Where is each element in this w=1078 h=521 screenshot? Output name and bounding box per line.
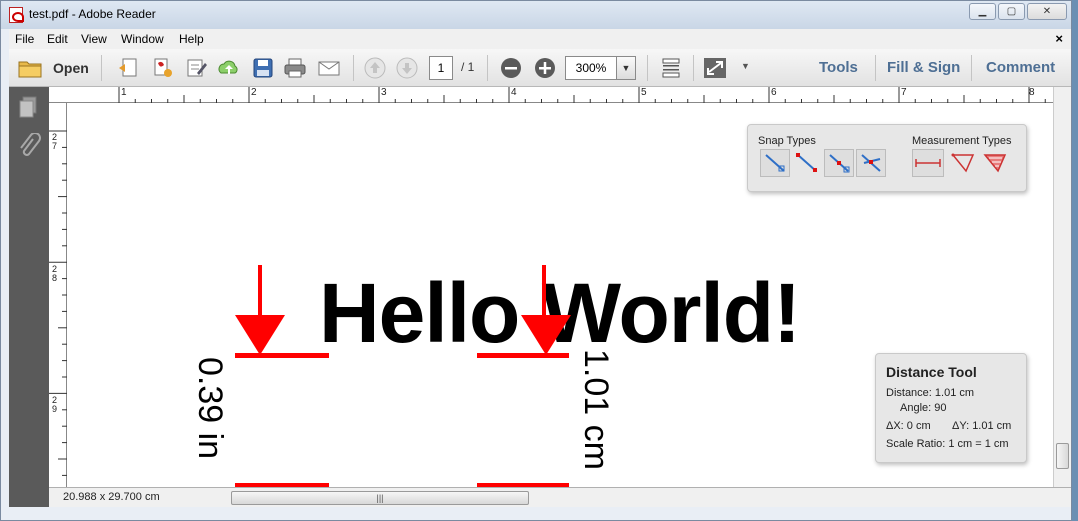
minimize-button[interactable]: ▁ — [969, 3, 996, 20]
ruler-label: 4 — [511, 87, 517, 98]
snap-to-midpoints-icon[interactable] — [824, 149, 854, 177]
title-bar: test.pdf - Adobe Reader ▁ ▢ ✕ — [1, 1, 1071, 29]
zoom-input[interactable]: 300% — [565, 56, 617, 80]
snap-to-endpoints-icon[interactable] — [792, 149, 822, 177]
app-window: test.pdf - Adobe Reader ▁ ▢ ✕ File Edit … — [0, 0, 1072, 521]
document-view[interactable]: 1 2 3 4 5 6 7 8 2 7 2 8 2 9 Hello World! — [49, 87, 1053, 487]
toolbar-separator — [647, 55, 648, 81]
menu-window[interactable]: Window — [121, 32, 164, 46]
close-window-button[interactable]: ✕ — [1027, 3, 1067, 20]
snap-types-title: Snap Types — [758, 135, 816, 147]
vertical-ruler-ticks — [49, 130, 67, 476]
document-text: Hello World! — [319, 266, 801, 360]
delta-y-value: ΔY: 1.01 cm — [952, 420, 1012, 432]
menu-bar: File Edit View Window Help × — [9, 29, 1071, 49]
maximize-button[interactable]: ▢ — [998, 3, 1025, 20]
zoom-dropdown-button[interactable]: ▼ — [616, 56, 636, 80]
ruler-label: 2 8 — [52, 264, 58, 283]
window-title: test.pdf - Adobe Reader — [29, 7, 156, 21]
save-icon[interactable] — [251, 57, 275, 79]
ruler-label: 1 — [121, 87, 127, 98]
open-folder-icon[interactable] — [17, 57, 45, 79]
toolbar-separator — [353, 55, 354, 81]
create-pdf-icon[interactable] — [117, 57, 141, 79]
zoom-out-icon[interactable] — [499, 57, 523, 79]
ruler-label: 2 7 — [52, 132, 58, 151]
measurement-types-title: Measurement Types — [912, 135, 1012, 147]
ruler-label: 5 — [641, 87, 647, 98]
snap-measurement-panel: Snap Types Measurement Types — [747, 124, 1027, 192]
page-thumbnails-icon[interactable] — [17, 95, 41, 119]
menu-file[interactable]: File — [15, 32, 34, 46]
area-tool-icon[interactable] — [980, 149, 1010, 177]
toolbar-separator — [487, 55, 488, 81]
measurement-label-left: 0.39 in — [191, 357, 229, 460]
horizontal-scroll-thumb[interactable]: ||| — [231, 491, 529, 505]
combine-files-icon[interactable] — [151, 57, 175, 79]
email-icon[interactable] — [317, 57, 341, 79]
page-size-label: 20.988 x 29.700 cm — [63, 491, 160, 503]
edit-pdf-icon[interactable] — [185, 57, 209, 79]
ruler-label: 7 — [901, 87, 907, 98]
toolbar-separator — [971, 55, 972, 81]
attachments-paperclip-icon[interactable] — [17, 133, 41, 161]
distance-tool-icon[interactable] — [912, 149, 944, 177]
previous-page-icon[interactable] — [363, 57, 387, 79]
distance-value: Distance: 1.01 cm — [886, 387, 975, 399]
page-number-input[interactable]: 1 — [429, 56, 453, 80]
ruler-label: 2 — [251, 87, 257, 98]
page-total: / 1 — [461, 60, 475, 74]
perimeter-tool-icon[interactable] — [948, 149, 978, 177]
scale-ratio-value: Scale Ratio: 1 cm = 1 cm — [886, 438, 1009, 450]
upload-cloud-icon[interactable] — [217, 57, 241, 79]
toolbar: Open 1 / 1 300% ▼ ▼ Tools Fill & Sign Co… — [9, 49, 1071, 87]
toolbar-separator — [693, 55, 694, 81]
horizontal-ruler: 1 2 3 4 5 6 7 8 — [49, 87, 1053, 103]
distance-tool-title: Distance Tool — [886, 364, 977, 380]
fill-sign-pane-button[interactable]: Fill & Sign — [887, 59, 960, 76]
measurement-label-right: 1.01 cm — [577, 349, 615, 470]
menu-edit[interactable]: Edit — [47, 32, 68, 46]
tools-pane-button[interactable]: Tools — [819, 59, 858, 76]
fit-page-icon[interactable] — [659, 57, 683, 79]
vertical-scrollbar[interactable] — [1053, 87, 1071, 487]
toolbar-options-dropdown[interactable]: ▼ — [741, 61, 750, 71]
distance-tool-panel: Distance Tool Distance: 1.01 cm Angle: 9… — [875, 353, 1027, 463]
ruler-label: 6 — [771, 87, 777, 98]
snap-to-paths-icon[interactable] — [760, 149, 790, 177]
menu-view[interactable]: View — [81, 32, 107, 46]
print-icon[interactable] — [283, 57, 307, 79]
vertical-ruler: 2 7 2 8 2 9 — [49, 103, 67, 487]
ruler-label: 8 — [1029, 87, 1035, 98]
menu-help[interactable]: Help — [179, 32, 204, 46]
full-screen-icon[interactable] — [703, 57, 727, 79]
comment-pane-button[interactable]: Comment — [986, 59, 1055, 76]
angle-value: Angle: 90 — [900, 402, 947, 414]
pdf-file-icon — [9, 7, 24, 23]
snap-to-intersections-icon[interactable] — [856, 149, 886, 177]
toolbar-separator — [101, 55, 102, 81]
ruler-label: 2 9 — [52, 395, 58, 414]
open-button[interactable]: Open — [53, 60, 89, 76]
delta-x-value: ΔX: 0 cm — [886, 420, 931, 432]
left-measure-marker — [235, 265, 329, 487]
ruler-label: 3 — [381, 87, 387, 98]
navigation-pane — [9, 87, 49, 507]
close-document-button[interactable]: × — [1055, 31, 1063, 46]
vertical-scroll-thumb[interactable] — [1056, 443, 1069, 469]
next-page-icon[interactable] — [395, 57, 419, 79]
toolbar-separator — [875, 55, 876, 81]
status-bar: 20.988 x 29.700 cm ||| — [49, 487, 1071, 507]
zoom-in-icon[interactable] — [533, 57, 557, 79]
